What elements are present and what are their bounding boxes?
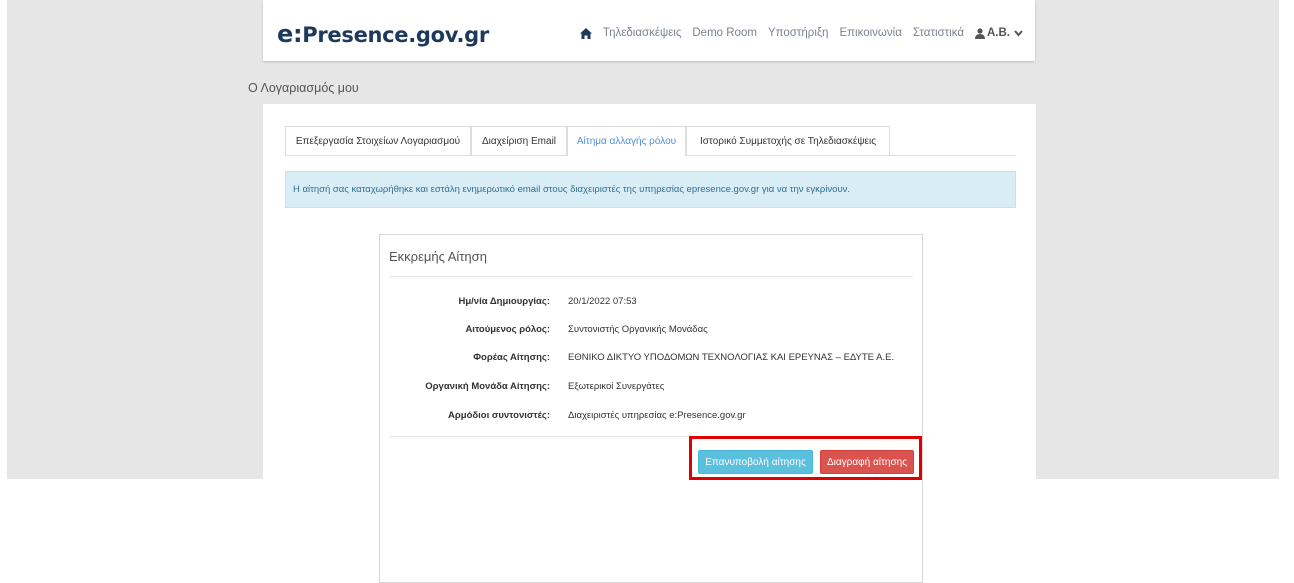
field-label: Φορέας Αίτησης: bbox=[473, 352, 550, 363]
field-created-date: Ημ/νία Δημιουργίας: 20/1/2022 07:53 bbox=[380, 296, 922, 310]
field-value: 20/1/2022 07:53 bbox=[568, 296, 637, 307]
nav-support[interactable]: Υποστήριξη bbox=[768, 27, 829, 39]
tab-participation-history[interactable]: Ιστορικό Συμμετοχής σε Τηλεδιασκέψεις bbox=[686, 126, 890, 155]
nav-statistics[interactable]: Στατιστικά bbox=[913, 27, 964, 39]
field-organizational-unit: Οργανική Μονάδα Αίτησης: Εξωτερικοί Συνε… bbox=[380, 381, 922, 395]
field-label: Ημ/νία Δημιουργίας: bbox=[458, 296, 550, 307]
home-icon bbox=[579, 27, 592, 39]
field-value: Εξωτερικοί Συνεργάτες bbox=[568, 381, 665, 392]
card-title: Εκκρεμής Αίτηση bbox=[389, 249, 487, 264]
field-label: Οργανική Μονάδα Αίτησης: bbox=[425, 381, 550, 392]
delete-request-button[interactable]: Διαγραφή αίτησης bbox=[820, 450, 914, 474]
pending-request-card: Εκκρεμής Αίτηση Ημ/νία Δημιουργίας: 20/1… bbox=[379, 234, 923, 583]
page-title: Ο Λογαριασμός μου bbox=[248, 81, 359, 95]
field-label: Αιτούμενος ρόλος: bbox=[465, 324, 550, 335]
account-panel: Επεξεργασία Στοιχείων Λογαριασμού Διαχεί… bbox=[263, 104, 1036, 583]
divider bbox=[389, 276, 913, 277]
field-value: Συντονιστής Οργανικής Μονάδας bbox=[568, 324, 708, 335]
user-icon bbox=[975, 27, 985, 39]
tab-edit-account[interactable]: Επεξεργασία Στοιχείων Λογαριασμού bbox=[285, 126, 471, 155]
tab-email-management[interactable]: Διαχείριση Email bbox=[471, 126, 567, 155]
tab-role-change-request[interactable]: Αίτημα αλλαγής ρόλου bbox=[567, 126, 686, 156]
nav-contact[interactable]: Επικοινωνία bbox=[839, 27, 901, 39]
main-nav: Τηλεδιασκέψεις Demo Room Υποστήριξη Επικ… bbox=[569, 27, 1023, 39]
top-navbar: e:Presence.gov.gr Τηλεδιασκέψεις Demo Ro… bbox=[263, 0, 1035, 61]
nav-home[interactable] bbox=[579, 27, 592, 39]
field-coordinators: Αρμόδιοι συντονιστές: Διαχειριστές υπηρε… bbox=[380, 410, 922, 424]
nav-conferences[interactable]: Τηλεδιασκέψεις bbox=[603, 27, 681, 39]
user-menu[interactable]: A.B. bbox=[975, 27, 1023, 39]
info-alert: Η αίτησή σας καταχωρήθηκε και εστάλη ενη… bbox=[285, 171, 1016, 208]
field-value: ΕΘΝΙΚΟ ΔΙΚΤΥΟ ΥΠΟΔΟΜΩΝ ΤΕΧΝΟΛΟΓΙΑΣ ΚΑΙ Ε… bbox=[568, 352, 895, 363]
chevron-down-icon bbox=[1014, 29, 1023, 37]
brand-logo[interactable]: e:Presence.gov.gr bbox=[277, 20, 489, 48]
user-initials: A.B. bbox=[987, 27, 1010, 39]
nav-demo-room[interactable]: Demo Room bbox=[692, 27, 757, 39]
field-requested-role: Αιτούμενος ρόλος: Συντονιστής Οργανικής … bbox=[380, 324, 922, 338]
field-organization: Φορέας Αίτησης: ΕΘΝΙΚΟ ΔΙΚΤΥΟ ΥΠΟΔΟΜΩΝ Τ… bbox=[380, 352, 922, 366]
resubmit-request-button[interactable]: Επανυποβολή αίτησης bbox=[698, 450, 813, 474]
field-label: Αρμόδιοι συντονιστές: bbox=[448, 410, 550, 421]
field-value: Διαχειριστές υπηρεσίας e:Presence.gov.gr bbox=[568, 410, 746, 421]
account-tabs: Επεξεργασία Στοιχείων Λογαριασμού Διαχεί… bbox=[285, 126, 1016, 156]
